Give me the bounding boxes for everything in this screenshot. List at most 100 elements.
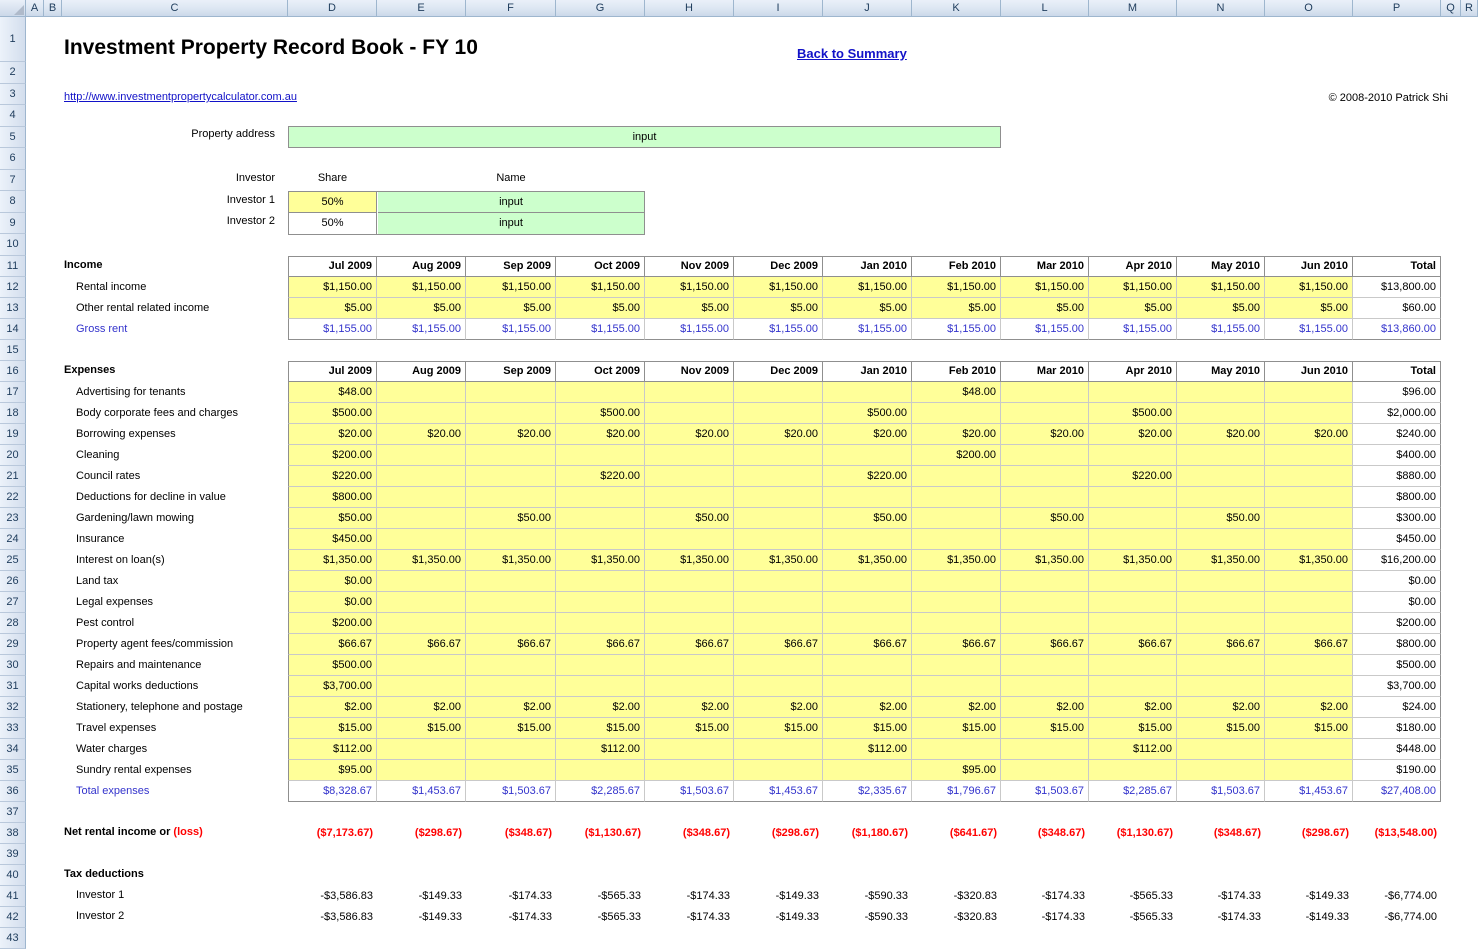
expense-value-cell[interactable]: $15.00 <box>645 718 734 739</box>
expense-value-cell[interactable]: $2.00 <box>1001 697 1089 718</box>
month-header-cell[interactable]: Jul 2009 <box>288 361 377 382</box>
tax-deduction-value-cell[interactable]: -$320.83 <box>912 907 1001 928</box>
row-header-4[interactable]: 4 <box>0 105 26 127</box>
month-header-cell[interactable]: Feb 2010 <box>912 361 1001 382</box>
expense-value-cell[interactable]: $66.67 <box>645 634 734 655</box>
expense-value-cell[interactable] <box>823 571 912 592</box>
row-total-cell[interactable]: $400.00 <box>1353 445 1441 466</box>
net-loss-value-cell[interactable]: ($1,130.67) <box>1089 823 1177 844</box>
expense-value-cell[interactable] <box>645 592 734 613</box>
expense-value-cell[interactable] <box>912 466 1001 487</box>
tax-deduction-value-cell[interactable]: -$174.33 <box>1177 907 1265 928</box>
expense-value-cell[interactable]: $15.00 <box>1001 718 1089 739</box>
expense-value-cell[interactable] <box>645 739 734 760</box>
row-header-13[interactable]: 13 <box>0 298 26 319</box>
expense-value-cell[interactable] <box>1001 466 1089 487</box>
expense-value-cell[interactable] <box>1177 739 1265 760</box>
total-header-cell[interactable]: Total <box>1353 361 1441 382</box>
expense-value-cell[interactable] <box>1177 487 1265 508</box>
column-header-M[interactable]: M <box>1089 0 1177 17</box>
back-to-summary-link[interactable]: Back to Summary <box>797 46 907 61</box>
column-header-K[interactable]: K <box>912 0 1001 17</box>
expense-value-cell[interactable]: $1,503.67 <box>1177 781 1265 802</box>
expense-value-cell[interactable] <box>1001 739 1089 760</box>
month-header-cell[interactable]: Jun 2010 <box>1265 361 1353 382</box>
expense-value-cell[interactable]: $8,328.67 <box>288 781 377 802</box>
expense-value-cell[interactable] <box>377 508 466 529</box>
expense-value-cell[interactable]: $2.00 <box>912 697 1001 718</box>
row-total-cell[interactable]: $200.00 <box>1353 613 1441 634</box>
income-value-cell[interactable]: $5.00 <box>377 298 466 319</box>
expense-value-cell[interactable]: $1,350.00 <box>288 550 377 571</box>
expense-value-cell[interactable] <box>1177 676 1265 697</box>
expense-value-cell[interactable]: $1,350.00 <box>734 550 823 571</box>
expense-value-cell[interactable]: $20.00 <box>556 424 645 445</box>
net-loss-value-cell[interactable]: ($348.67) <box>645 823 734 844</box>
expense-value-cell[interactable]: $66.67 <box>1265 634 1353 655</box>
column-header-F[interactable]: F <box>466 0 556 17</box>
row-total-cell[interactable]: $500.00 <box>1353 655 1441 676</box>
expense-value-cell[interactable] <box>556 571 645 592</box>
expense-value-cell[interactable]: $450.00 <box>288 529 377 550</box>
income-value-cell[interactable]: $1,155.00 <box>1177 319 1265 340</box>
column-header-C[interactable]: C <box>62 0 288 17</box>
income-value-cell[interactable]: $5.00 <box>823 298 912 319</box>
expense-value-cell[interactable]: $50.00 <box>823 508 912 529</box>
tax-deduction-value-cell[interactable]: -$174.33 <box>1177 886 1265 907</box>
income-value-cell[interactable]: $1,155.00 <box>1001 319 1089 340</box>
income-value-cell[interactable]: $1,150.00 <box>1001 277 1089 298</box>
expense-value-cell[interactable] <box>377 676 466 697</box>
income-value-cell[interactable]: $1,155.00 <box>1265 319 1353 340</box>
row-header-16[interactable]: 16 <box>0 361 26 382</box>
row-total-cell[interactable]: $880.00 <box>1353 466 1441 487</box>
column-header-I[interactable]: I <box>734 0 823 17</box>
expense-value-cell[interactable] <box>645 487 734 508</box>
row-header-24[interactable]: 24 <box>0 529 26 550</box>
month-header-cell[interactable]: Mar 2010 <box>1001 256 1089 277</box>
expense-value-cell[interactable] <box>1089 445 1177 466</box>
expense-value-cell[interactable]: $2.00 <box>1089 697 1177 718</box>
expense-value-cell[interactable]: $112.00 <box>823 739 912 760</box>
expense-value-cell[interactable] <box>466 592 556 613</box>
tax-deduction-value-cell[interactable]: -$149.33 <box>1265 907 1353 928</box>
expense-value-cell[interactable]: $800.00 <box>288 487 377 508</box>
row-total-cell[interactable]: $450.00 <box>1353 529 1441 550</box>
row-header-38[interactable]: 38 <box>0 823 26 844</box>
income-value-cell[interactable]: $5.00 <box>1001 298 1089 319</box>
expense-value-cell[interactable] <box>734 382 823 403</box>
net-loss-value-cell[interactable]: ($348.67) <box>1001 823 1089 844</box>
month-header-cell[interactable]: Dec 2009 <box>734 256 823 277</box>
expense-value-cell[interactable] <box>912 676 1001 697</box>
expense-value-cell[interactable] <box>377 739 466 760</box>
row-total-cell[interactable]: $180.00 <box>1353 718 1441 739</box>
expense-value-cell[interactable]: $15.00 <box>466 718 556 739</box>
expense-value-cell[interactable] <box>823 592 912 613</box>
expense-value-cell[interactable] <box>466 613 556 634</box>
expense-value-cell[interactable]: $20.00 <box>645 424 734 445</box>
column-header-E[interactable]: E <box>377 0 466 17</box>
row-header-41[interactable]: 41 <box>0 886 26 907</box>
tax-deduction-value-cell[interactable]: -$149.33 <box>734 907 823 928</box>
expense-value-cell[interactable]: $220.00 <box>556 466 645 487</box>
income-value-cell[interactable]: $1,155.00 <box>377 319 466 340</box>
expense-value-cell[interactable] <box>1089 529 1177 550</box>
tax-deduction-value-cell[interactable]: -$565.33 <box>1089 886 1177 907</box>
expense-value-cell[interactable] <box>1265 613 1353 634</box>
expense-value-cell[interactable]: $500.00 <box>1089 403 1177 424</box>
tax-deduction-value-cell[interactable]: -$3,586.83 <box>288 907 377 928</box>
expense-value-cell[interactable]: $500.00 <box>556 403 645 424</box>
expense-value-cell[interactable]: $220.00 <box>288 466 377 487</box>
tax-deduction-value-cell[interactable]: -$149.33 <box>1265 886 1353 907</box>
expense-value-cell[interactable] <box>1177 382 1265 403</box>
month-header-cell[interactable]: Feb 2010 <box>912 256 1001 277</box>
row-header-19[interactable]: 19 <box>0 424 26 445</box>
select-all-corner[interactable] <box>0 0 26 17</box>
expense-value-cell[interactable] <box>823 487 912 508</box>
expense-value-cell[interactable] <box>1001 760 1089 781</box>
total-header-cell[interactable]: Total <box>1353 256 1441 277</box>
expense-value-cell[interactable] <box>556 655 645 676</box>
expense-value-cell[interactable]: $15.00 <box>734 718 823 739</box>
expense-value-cell[interactable] <box>1265 760 1353 781</box>
row-header-1[interactable]: 1 <box>0 17 26 62</box>
expense-value-cell[interactable] <box>466 676 556 697</box>
